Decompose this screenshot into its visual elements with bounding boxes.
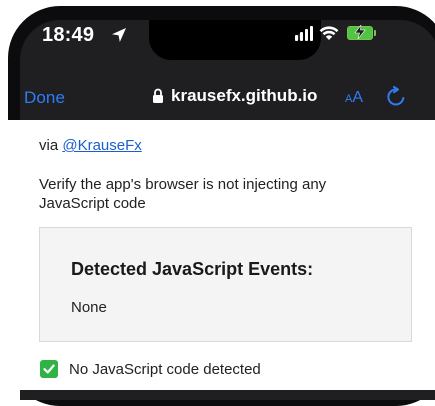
events-box: Detected JavaScript Events: None	[39, 227, 412, 342]
wifi-icon	[319, 25, 339, 40]
via-line: via @KrauseFx	[39, 137, 142, 154]
status-icons	[295, 25, 376, 41]
author-link[interactable]: @KrauseFx	[62, 137, 141, 154]
status-time: 18:49	[42, 24, 95, 46]
text-size-big-glyph: A	[352, 89, 364, 106]
done-button[interactable]: Done	[24, 88, 65, 108]
events-value: None	[71, 299, 107, 316]
url-field[interactable]: krausefx.github.io	[152, 86, 317, 106]
check-mark-icon	[40, 360, 58, 378]
location-arrow-icon	[112, 28, 126, 42]
verify-description: Verify the app's browser is not injectin…	[39, 176, 327, 212]
via-prefix: via	[39, 137, 63, 154]
result-text: No JavaScript code detected	[69, 360, 261, 378]
events-title: Detected JavaScript Events:	[71, 259, 314, 279]
url-text: krausefx.github.io	[171, 86, 318, 105]
battery-charging-icon	[347, 25, 376, 40]
text-size-button[interactable]: AA	[345, 89, 363, 107]
reload-icon[interactable]	[385, 86, 407, 108]
bolt-icon	[354, 25, 366, 39]
lock-icon	[153, 88, 163, 103]
cellular-signal-icon	[295, 25, 313, 41]
result-line: No JavaScript code detected	[40, 360, 261, 378]
